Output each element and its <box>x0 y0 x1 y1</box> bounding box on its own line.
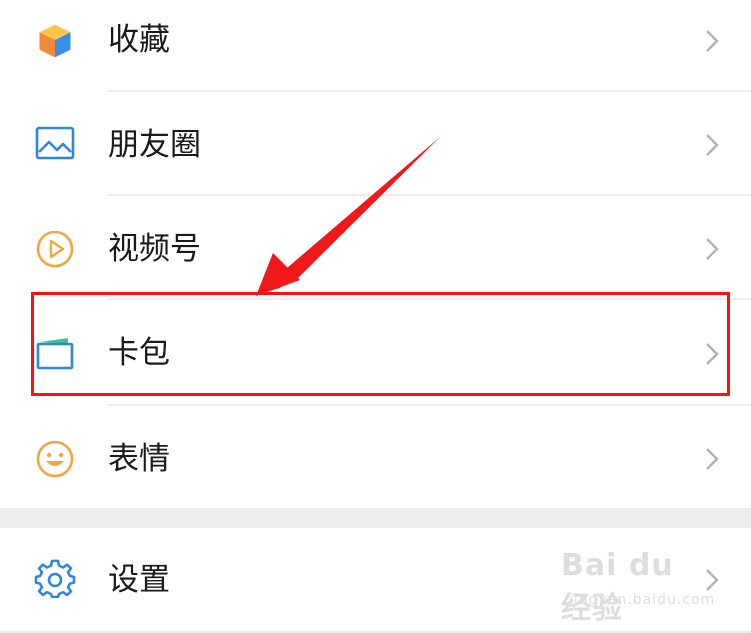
baidu-jingyan-watermark: Bai du 经验 jingyan.baidu.com <box>561 548 714 626</box>
watermark-main: Bai du 经验 <box>561 548 674 626</box>
annotation-arrow <box>256 137 440 296</box>
watermark-sub: jingyan.baidu.com <box>569 592 716 608</box>
